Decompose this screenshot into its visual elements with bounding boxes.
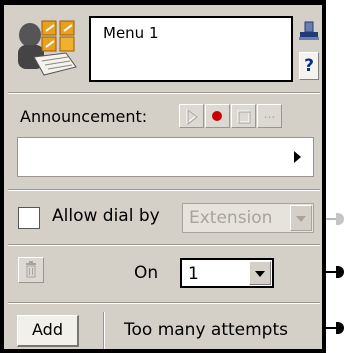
connector-handle[interactable]	[336, 266, 344, 278]
record-button[interactable]	[205, 104, 230, 128]
on-value: 1	[188, 264, 199, 284]
chevron-down-icon	[296, 216, 306, 222]
dial-by-select[interactable]: Extension	[182, 203, 314, 233]
trash-icon	[26, 261, 36, 278]
announcement-field[interactable]	[17, 137, 314, 177]
on-label: On	[134, 263, 159, 283]
divider	[8, 302, 320, 304]
menu-name-text: Menu 1	[103, 24, 159, 42]
vertical-divider	[103, 312, 105, 349]
menu-name-field[interactable]: Menu 1	[89, 16, 293, 82]
play-icon	[186, 107, 198, 126]
dial-by-value: Extension	[189, 208, 273, 228]
record-icon	[212, 111, 222, 121]
menu-node: Menu 1 ? Announcement: ... Allow dial by	[0, 0, 326, 353]
add-button[interactable]: Add	[17, 315, 79, 347]
allow-dial-checkbox[interactable]	[18, 207, 40, 229]
allow-dial-label: Allow dial by	[52, 206, 160, 226]
expand-arrow-icon[interactable]	[294, 151, 301, 163]
stop-button[interactable]	[231, 104, 256, 128]
on-dropdown-button[interactable]	[249, 261, 271, 285]
browse-button[interactable]: ...	[257, 104, 282, 128]
divider	[8, 92, 320, 94]
delete-button[interactable]	[18, 257, 44, 283]
announcement-label: Announcement:	[20, 107, 148, 126]
connector-handle[interactable]	[336, 213, 344, 225]
divider	[8, 189, 320, 191]
dial-by-dropdown-button[interactable]	[290, 205, 312, 231]
help-button[interactable]: ?	[299, 52, 319, 80]
too-many-attempts-label: Too many attempts	[124, 320, 288, 340]
play-button[interactable]	[179, 104, 204, 128]
stamp-icon[interactable]	[298, 21, 320, 43]
stop-icon	[237, 110, 251, 124]
menu-icon	[18, 20, 77, 76]
on-select[interactable]: 1	[180, 258, 274, 288]
chevron-down-icon	[255, 271, 265, 277]
divider	[8, 244, 320, 246]
connector-handle[interactable]	[336, 322, 344, 334]
